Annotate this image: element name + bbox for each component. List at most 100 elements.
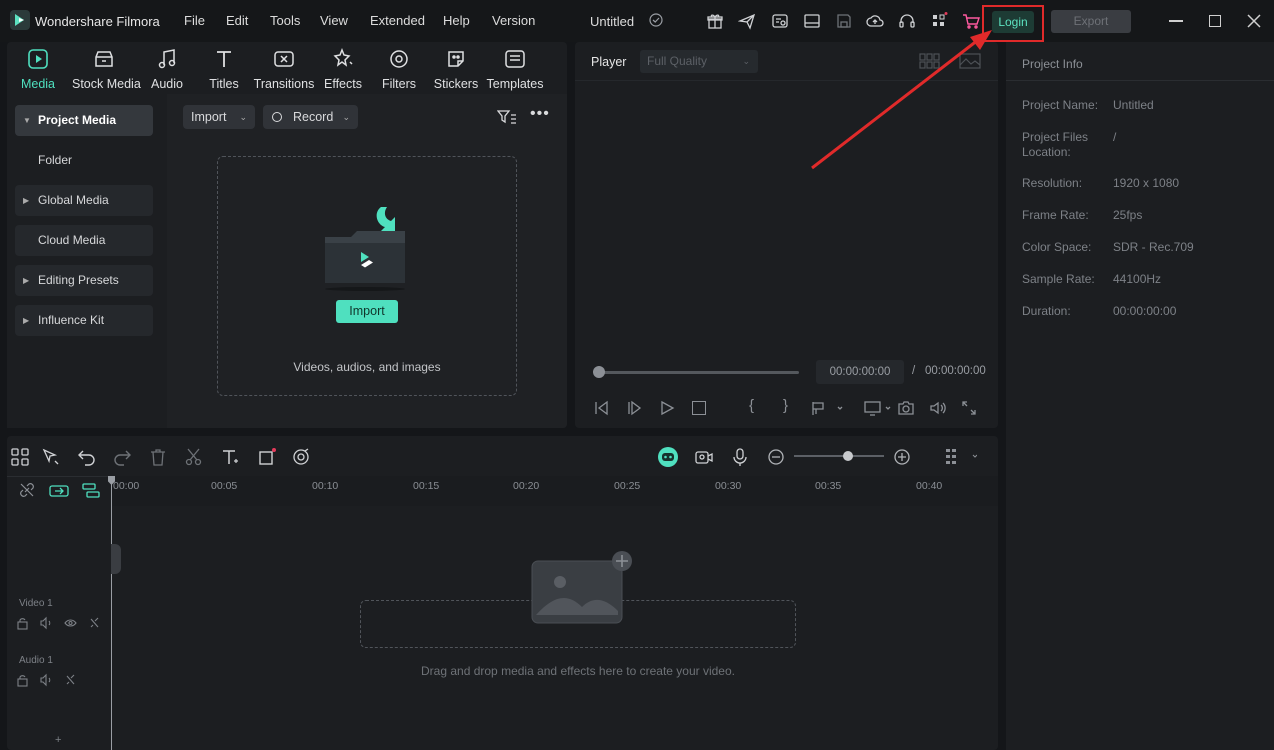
tab-effects[interactable]: Effects	[314, 48, 372, 91]
menu-version[interactable]: Version	[492, 13, 535, 28]
send-icon[interactable]	[738, 12, 756, 30]
crop-icon[interactable]	[257, 447, 277, 467]
next-frame-icon[interactable]	[626, 400, 644, 416]
caret-right-icon: ▶	[23, 276, 30, 285]
camera-snapshot-icon[interactable]	[897, 400, 915, 416]
text-tool-icon[interactable]	[220, 447, 240, 467]
minimize-icon[interactable]	[1169, 20, 1183, 22]
sidebar-item-label: Global Media	[38, 193, 109, 207]
time-ruler[interactable]	[111, 476, 998, 506]
sidebar-item-global-media[interactable]: ▶ Global Media	[15, 185, 153, 216]
track-link-icon[interactable]	[82, 483, 100, 499]
tab-media[interactable]: Media	[8, 48, 68, 91]
fullscreen-icon[interactable]	[961, 400, 977, 416]
ai-tool-icon[interactable]	[292, 447, 312, 467]
headset-icon[interactable]	[898, 12, 916, 30]
zoom-slider[interactable]	[794, 455, 884, 457]
playback-scrubber[interactable]	[599, 371, 799, 374]
tab-audio[interactable]: Audio	[138, 48, 196, 91]
timeline-playhead[interactable]	[111, 476, 112, 750]
apps-grid-icon[interactable]	[930, 12, 948, 30]
more-options-icon[interactable]: •••	[530, 106, 549, 123]
zoom-in-icon[interactable]	[892, 447, 912, 467]
menu-help[interactable]: Help	[443, 13, 470, 28]
sidebar-item-project-media[interactable]: ▼ Project Media	[15, 105, 153, 136]
undo-icon[interactable]	[77, 447, 97, 467]
export-button[interactable]: Export	[1051, 10, 1131, 33]
layout-grid-icon[interactable]	[10, 447, 30, 467]
info-key: Frame Rate:	[1022, 208, 1089, 222]
import-dropdown[interactable]: Import ⌄	[183, 105, 255, 129]
project-info-title: Project Info	[1022, 57, 1083, 71]
import-button[interactable]: Import	[336, 300, 398, 323]
save-icon[interactable]	[835, 12, 853, 30]
display-dropdown-icon[interactable]	[864, 400, 894, 416]
gift-icon[interactable]	[706, 12, 724, 30]
microphone-icon[interactable]	[730, 447, 750, 467]
ai-companion-icon[interactable]	[656, 445, 680, 469]
link-off-icon[interactable]	[19, 482, 35, 498]
document-title: Untitled	[590, 14, 635, 29]
redo-icon[interactable]	[112, 447, 132, 467]
title-bar: Wondershare Filmora File Edit Tools View…	[0, 0, 1274, 42]
sidebar-item-cloud-media[interactable]: Cloud Media	[15, 225, 153, 256]
menu-file[interactable]: File	[184, 13, 205, 28]
timeline-drop-hint: Drag and drop media and effects here to …	[421, 664, 735, 678]
menu-view[interactable]: View	[320, 13, 348, 28]
chevron-down-icon: ⌄	[742, 56, 750, 66]
maximize-icon[interactable]	[1209, 15, 1221, 27]
cart-icon[interactable]	[962, 12, 980, 30]
layout-icon[interactable]	[803, 12, 821, 30]
quality-dropdown[interactable]: Full Quality ⌄	[640, 50, 758, 73]
zoom-out-icon[interactable]	[766, 447, 786, 467]
menu-tools[interactable]: Tools	[270, 13, 300, 28]
current-time-field[interactable]: 00:00:00:00	[816, 360, 904, 384]
add-track-button[interactable]: +	[55, 734, 61, 746]
grid-view-icon[interactable]	[919, 53, 941, 69]
magnet-snap-icon[interactable]	[49, 484, 69, 498]
tab-filters[interactable]: Filters	[370, 48, 428, 91]
filter-sort-icon[interactable]	[497, 109, 517, 125]
effects-sparkle-icon	[332, 48, 354, 70]
menu-edit[interactable]: Edit	[226, 13, 248, 28]
tab-label: Stickers	[433, 77, 479, 91]
track-collapse-handle[interactable]	[111, 544, 121, 574]
select-cursor-icon[interactable]	[41, 447, 61, 467]
tab-stickers[interactable]: Stickers	[427, 48, 485, 91]
sidebar-item-editing-presets[interactable]: ▶ Editing Presets	[15, 265, 153, 296]
stop-icon[interactable]	[692, 401, 706, 415]
ruler-time-label: 00:30	[715, 480, 742, 492]
sidebar-item-folder[interactable]: Folder	[15, 145, 153, 176]
sidebar-item-influence-kit[interactable]: ▶ Influence Kit	[15, 305, 153, 336]
video-record-icon[interactable]	[694, 447, 714, 467]
tab-transitions[interactable]: Transitions	[252, 48, 316, 91]
tab-titles[interactable]: Titles	[195, 48, 253, 91]
mark-in-icon[interactable]: {	[749, 397, 754, 414]
scissors-icon[interactable]	[184, 447, 204, 467]
volume-icon[interactable]	[929, 400, 947, 416]
play-icon[interactable]	[659, 400, 675, 416]
image-placeholder-icon	[530, 549, 634, 629]
total-time: 00:00:00:00	[925, 365, 986, 377]
mark-out-icon[interactable]: }	[783, 397, 788, 414]
marker-dropdown-icon[interactable]	[811, 400, 843, 416]
templates-icon	[504, 48, 526, 70]
timeline-settings-icon[interactable]	[943, 447, 977, 467]
playhead-handle[interactable]	[593, 366, 605, 378]
tab-stock-media[interactable]: Stock Media	[72, 48, 141, 91]
snapshot-view-icon[interactable]	[959, 53, 981, 69]
delete-icon[interactable]	[148, 447, 168, 467]
menu-extended[interactable]: Extended	[370, 13, 425, 28]
stock-media-icon	[93, 48, 115, 70]
record-dropdown[interactable]: Record ⌄	[263, 105, 358, 129]
info-key: Resolution:	[1022, 176, 1083, 190]
close-icon[interactable]	[1247, 14, 1261, 28]
cloud-upload-icon[interactable]	[866, 12, 884, 30]
prev-frame-icon[interactable]	[593, 400, 611, 416]
media-library-icon[interactable]	[771, 12, 789, 30]
tab-templates[interactable]: Templates	[483, 48, 547, 91]
ruler-time-label: 00:15	[413, 480, 440, 492]
zoom-slider-handle[interactable]	[843, 451, 853, 461]
sidebar-item-label: Cloud Media	[38, 233, 106, 247]
sidebar-item-label: Folder	[38, 153, 73, 167]
